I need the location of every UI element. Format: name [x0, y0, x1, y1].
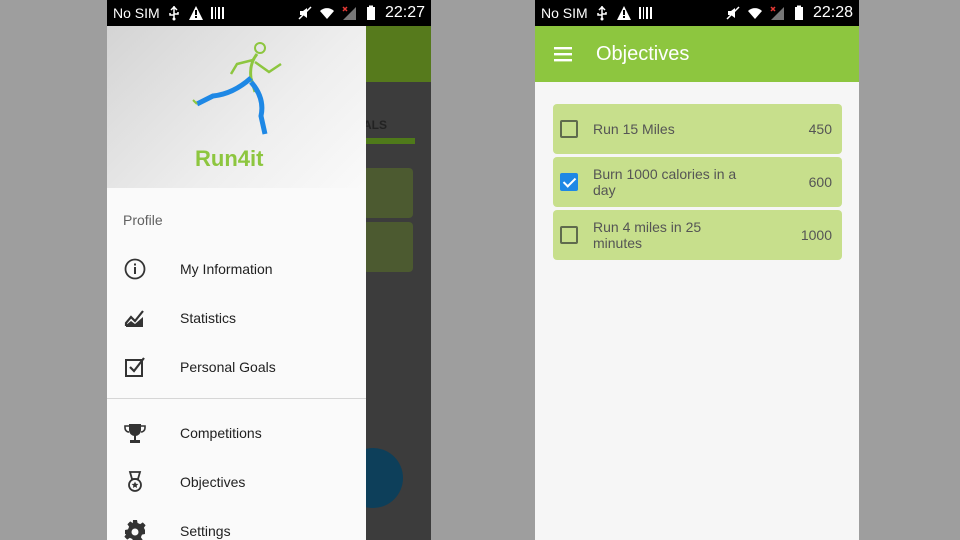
battery-icon [366, 5, 375, 20]
objective-row[interactable]: Run 4 miles in 25 minutes 1000 [553, 210, 842, 260]
background-tab-indicator [363, 138, 415, 144]
status-bar: No SIM 22:27 [107, 0, 431, 26]
section-label-profile: Profile [123, 212, 163, 228]
drawer-item-competitions[interactable]: Competitions [107, 410, 366, 456]
mute-icon [298, 6, 312, 20]
objective-checkbox[interactable] [560, 173, 578, 191]
trophy-icon [124, 424, 146, 443]
background-card [363, 222, 413, 272]
drawer-item-label: Competitions [180, 425, 262, 441]
drawer-header: Run4it [107, 26, 366, 188]
drawer-item-my-information[interactable]: My Information [107, 246, 366, 292]
gear-icon [124, 520, 146, 540]
app-name: Run4it [195, 146, 264, 171]
drawer-item-statistics[interactable]: Statistics [107, 295, 366, 341]
clock: 22:28 [812, 4, 853, 21]
clock: 22:27 [384, 4, 425, 21]
objective-points: 600 [808, 174, 832, 190]
drawer-item-label: Personal Goals [180, 359, 276, 375]
medal-icon [128, 471, 142, 492]
objective-label: Run 15 Miles [593, 121, 675, 137]
drawer-item-objectives[interactable]: Objectives [107, 459, 366, 505]
checkbox-icon [125, 357, 145, 377]
app-toolbar: Objectives [535, 26, 859, 82]
page-title: Objectives [596, 42, 690, 65]
barcode-icon [638, 7, 652, 19]
status-bar: No SIM 22:28 [535, 0, 859, 26]
objective-row[interactable]: Run 15 Miles 450 [553, 104, 842, 154]
info-icon [124, 258, 146, 280]
navigation-drawer: Run4it Profile My Information Statistics… [107, 26, 366, 540]
mute-icon [726, 6, 740, 20]
objective-checkbox[interactable] [560, 120, 578, 138]
warning-icon [616, 6, 631, 20]
objective-label: Burn 1000 calories in a day [593, 166, 737, 198]
wifi-icon [319, 8, 334, 19]
background-tab-label: ALS [363, 118, 387, 132]
barcode-icon [210, 7, 224, 19]
runner-logo [192, 42, 282, 135]
signal-icon [342, 6, 356, 20]
chart-icon [124, 310, 144, 327]
wifi-icon [747, 8, 762, 19]
drawer-item-settings[interactable]: Settings [107, 508, 366, 540]
carrier-label: No SIM [541, 5, 588, 21]
right-screen: No SIM 22:28 Objectives Run 15 Miles 450… [535, 0, 859, 540]
objective-checkbox[interactable] [560, 226, 578, 244]
objective-points: 1000 [800, 227, 832, 243]
drawer-divider [107, 398, 366, 399]
hamburger-menu-icon[interactable] [551, 42, 575, 66]
background-card [363, 168, 413, 218]
drawer-item-label: Objectives [180, 474, 246, 490]
signal-icon [770, 6, 784, 20]
usb-icon [168, 5, 179, 21]
warning-icon [188, 6, 203, 20]
objective-label: Run 4 miles in 25 minutes [593, 219, 702, 251]
drawer-item-personal-goals[interactable]: Personal Goals [107, 344, 366, 390]
usb-icon [596, 5, 607, 21]
objective-points: 450 [808, 121, 832, 137]
drawer-item-label: Statistics [180, 310, 237, 326]
drawer-item-label: Settings [180, 523, 231, 539]
objective-row[interactable]: Burn 1000 calories in a day 600 [553, 157, 842, 207]
battery-icon [794, 5, 803, 20]
left-screen: No SIM 22:27 ALS Run4it Profile My Infor… [107, 0, 431, 540]
carrier-label: No SIM [113, 5, 160, 21]
drawer-item-label: My Information [180, 261, 273, 277]
